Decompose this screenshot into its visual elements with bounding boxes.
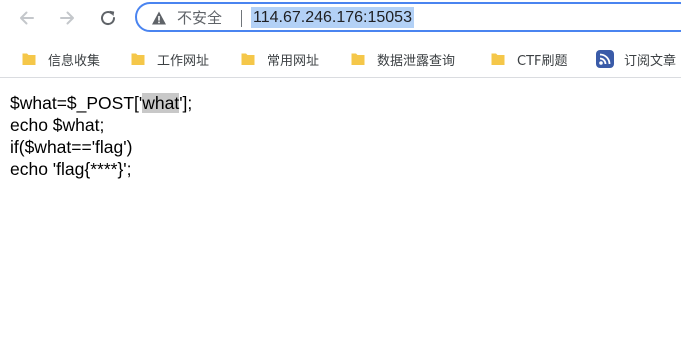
code-line-3: if($what=='flag') <box>10 137 133 157</box>
code-line-4: echo 'flag{****}'; <box>10 159 132 179</box>
bookmark-label: 工作网址 <box>157 53 210 69</box>
address-bar[interactable]: 不安全 114.67.246.176:15053 <box>135 2 681 32</box>
omnibox-divider <box>241 10 242 27</box>
folder-icon <box>241 53 255 65</box>
code-line-2: echo $what; <box>10 115 105 135</box>
bookmark-folder-work-sites[interactable]: 工作网址 <box>130 49 209 69</box>
bookmarks-bar: 信息收集 工作网址 常用网址 数据泄露查询 CTF刷题 订阅文章 <box>0 40 681 78</box>
browser-toolbar: 不安全 114.67.246.176:15053 <box>0 0 681 36</box>
bookmark-label: 订阅文章 <box>624 53 677 69</box>
arrow-left-icon <box>20 11 34 25</box>
back-button[interactable] <box>13 4 41 32</box>
reload-icon <box>101 10 116 26</box>
bookmark-folder-ctf[interactable]: CTF刷题 <box>490 49 568 69</box>
bookmark-folder-common-sites[interactable]: 常用网址 <box>240 49 319 69</box>
bookmark-folder-info-gathering[interactable]: 信息收集 <box>21 49 100 69</box>
forward-button[interactable] <box>53 4 81 32</box>
bookmark-label: 信息收集 <box>48 53 101 69</box>
page-source-text: $what=$_POST['what']; echo $what; if($wh… <box>10 92 192 180</box>
folder-icon <box>22 53 36 65</box>
highlighted-text: what <box>142 93 180 113</box>
bookmark-folder-data-leak[interactable]: 数据泄露查询 <box>350 49 455 69</box>
arrow-right-icon <box>60 11 74 25</box>
warning-icon <box>152 11 166 25</box>
rss-icon <box>596 50 614 68</box>
bookmark-label: 常用网址 <box>267 53 320 69</box>
folder-icon <box>351 53 365 65</box>
reload-button[interactable] <box>94 4 122 32</box>
code-line-1: $what=$_POST['what']; <box>10 92 192 114</box>
folder-icon <box>491 53 505 65</box>
bookmark-label: 数据泄露查询 <box>377 53 456 69</box>
bookmark-label: CTF刷题 <box>517 53 568 69</box>
security-label[interactable]: 不安全 <box>177 9 222 27</box>
code-text: ']; <box>179 93 193 113</box>
url-text[interactable]: 114.67.246.176:15053 <box>251 7 414 28</box>
code-text: $what=$_POST[' <box>10 93 143 113</box>
bookmark-subscriptions[interactable]: 订阅文章 <box>596 49 676 69</box>
folder-icon <box>131 53 145 65</box>
